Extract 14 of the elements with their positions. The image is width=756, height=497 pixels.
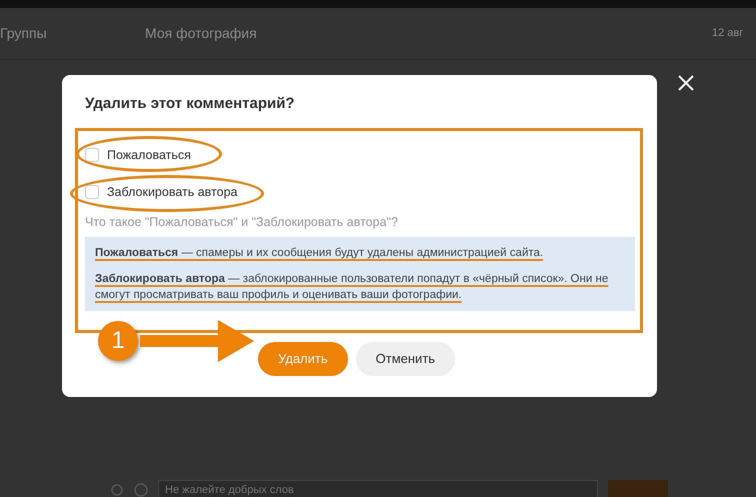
date-text: 12 авг <box>712 26 744 42</box>
photo-title: Моя фотография <box>145 24 258 43</box>
send-button[interactable] <box>608 480 668 497</box>
info-text: Заблокировать автора — заблокированные пользователи попадут в «чёрный список». Они не смогут просматривать ваш профиль и оценивать ваши фотографии. <box>95 272 610 303</box>
cancel-button[interactable]: Отменить <box>356 342 456 376</box>
checkbox[interactable] <box>85 185 99 199</box>
nav-item[interactable]: Группы <box>0 23 145 44</box>
checkbox-label[interactable]: Пожаловаться <box>107 146 191 164</box>
checkbox[interactable] <box>85 148 99 162</box>
dialog-title: Удалить этот комментарий? <box>85 94 296 114</box>
comment-field[interactable]: Не жалейте добрых слов <box>158 480 598 497</box>
close-icon[interactable] <box>677 74 695 92</box>
checkbox-label[interactable]: Заблокировать автора <box>107 182 238 202</box>
info-text: Пожаловаться — спамеры и их сообщения будут удалены администрацией сайта. <box>95 246 544 261</box>
